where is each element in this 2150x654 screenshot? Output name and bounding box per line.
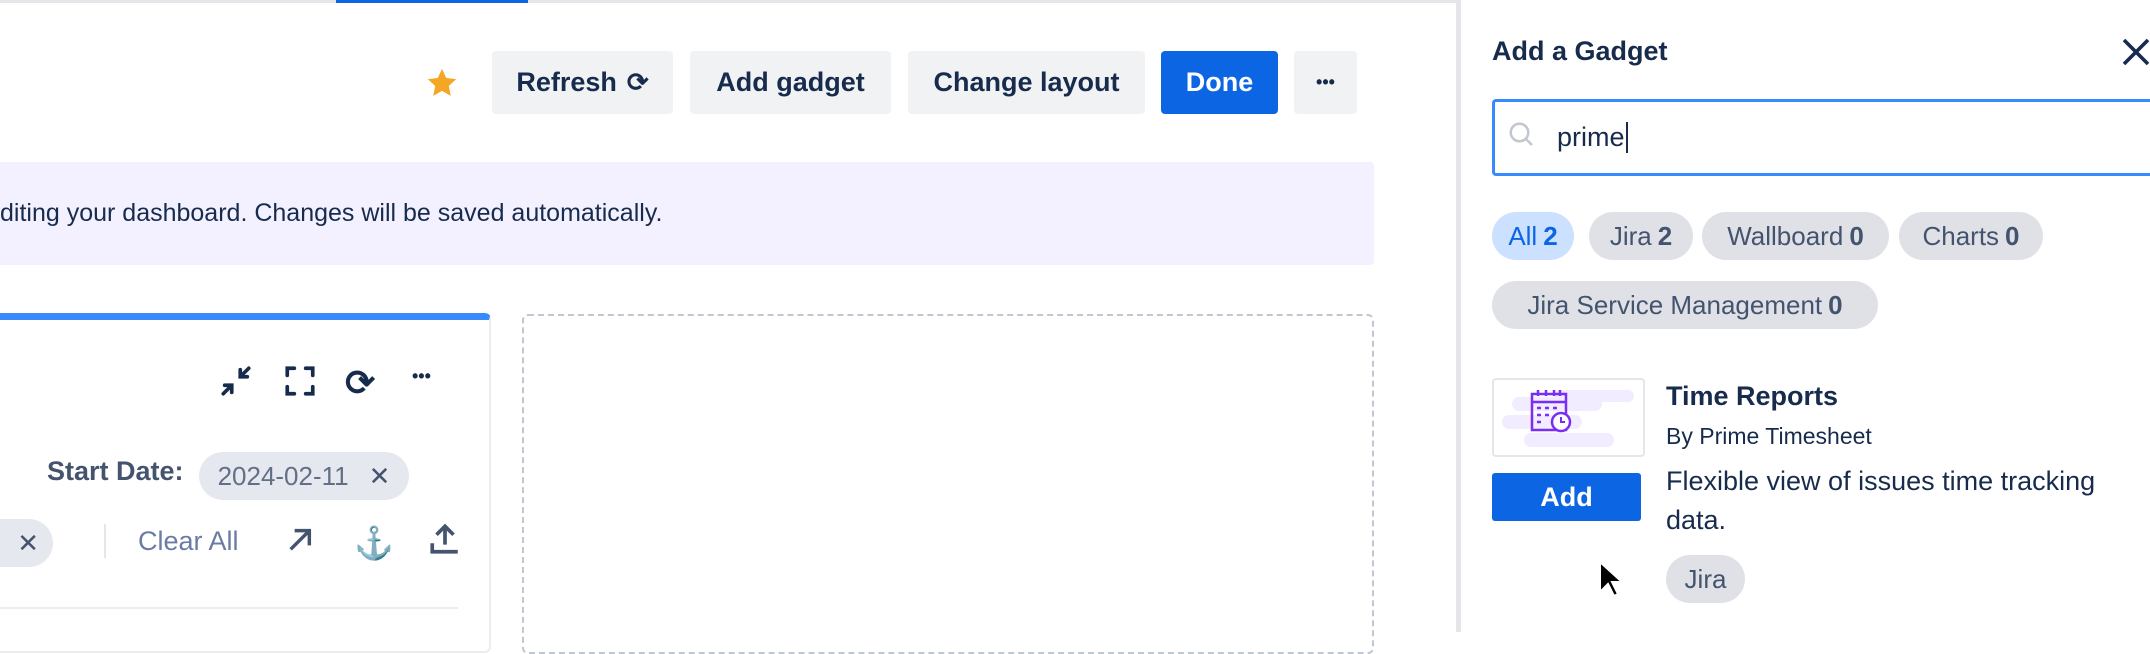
active-tab-indicator [336, 0, 528, 3]
refresh-gadget-icon[interactable]: ⟳ [345, 362, 375, 404]
mouse-cursor-icon [1598, 559, 1625, 603]
filter-all[interactable]: All 2 [1492, 212, 1574, 260]
calendar-clock-icon [1502, 390, 1634, 447]
fullscreen-icon[interactable] [283, 364, 317, 403]
search-value: prime [1557, 122, 1628, 153]
remove-icon[interactable]: ✕ [17, 528, 39, 559]
filter-count: 2 [1657, 220, 1673, 251]
filter-label: Charts [1922, 220, 2000, 251]
result-description: Flexible view of issues time tracking da… [1666, 466, 2096, 535]
filter-label: Jira [1609, 220, 1652, 251]
filter-label: Jira Service Management [1527, 289, 1823, 320]
upload-icon[interactable] [428, 522, 462, 561]
more-button[interactable]: ••• [1294, 51, 1357, 114]
anchor-icon[interactable]: ⚓ [354, 524, 394, 562]
filter-label: Wallboard [1727, 220, 1844, 251]
search-input[interactable]: prime [1492, 99, 2150, 176]
start-date-label: Start Date: [47, 456, 184, 486]
minimize-icon[interactable] [219, 364, 253, 403]
close-icon[interactable] [2118, 34, 2150, 75]
panel-divider [1456, 0, 1461, 632]
refresh-icon: ⟳ [626, 67, 649, 97]
open-external-icon[interactable] [284, 524, 316, 561]
filter-count: 2 [1543, 220, 1558, 251]
top-divider [0, 0, 1456, 3]
filter-jira[interactable]: Jira 2 [1589, 212, 1693, 260]
result-tag: Jira [1666, 555, 1745, 603]
star-icon[interactable] [425, 66, 459, 105]
refresh-label: Refresh [516, 67, 617, 97]
divider [104, 524, 106, 558]
filter-count: 0 [1828, 289, 1843, 320]
gadget-more-icon[interactable]: ••• [412, 366, 431, 387]
add-time-reports-button[interactable]: Add [1492, 473, 1641, 521]
clear-all-link[interactable]: Clear All [138, 526, 239, 557]
filter-label: All [1508, 220, 1538, 251]
gadget-thumbnail [1492, 378, 1645, 457]
panel-title: Add a Gadget [1492, 36, 1668, 66]
start-date-chip[interactable]: 2024-02-11 ✕ [199, 452, 409, 500]
filter-chip[interactable]: ✕ [0, 519, 53, 567]
divider [0, 607, 458, 609]
done-button[interactable]: Done [1161, 51, 1278, 114]
remove-icon[interactable]: ✕ [369, 461, 391, 492]
banner-text: diting your dashboard. Changes will be s… [0, 199, 663, 227]
edit-banner: diting your dashboard. Changes will be s… [0, 162, 1374, 265]
empty-column-dropzone [522, 314, 1374, 654]
result-author: By Prime Timesheet [1666, 423, 1872, 449]
filter-jira-service-management[interactable]: Jira Service Management 0 [1492, 281, 1878, 329]
search-icon [1507, 120, 1537, 155]
refresh-button[interactable]: Refresh ⟳ [492, 51, 673, 114]
result-title: Time Reports [1666, 381, 1839, 411]
filter-count: 0 [1849, 220, 1864, 251]
filter-count: 0 [2005, 220, 2020, 251]
change-layout-button[interactable]: Change layout [908, 51, 1145, 114]
filter-charts[interactable]: Charts 0 [1899, 212, 2043, 260]
add-gadget-button[interactable]: Add gadget [690, 51, 891, 114]
start-date-value: 2024-02-11 [217, 460, 349, 491]
filter-wallboard[interactable]: Wallboard 0 [1702, 212, 1889, 260]
